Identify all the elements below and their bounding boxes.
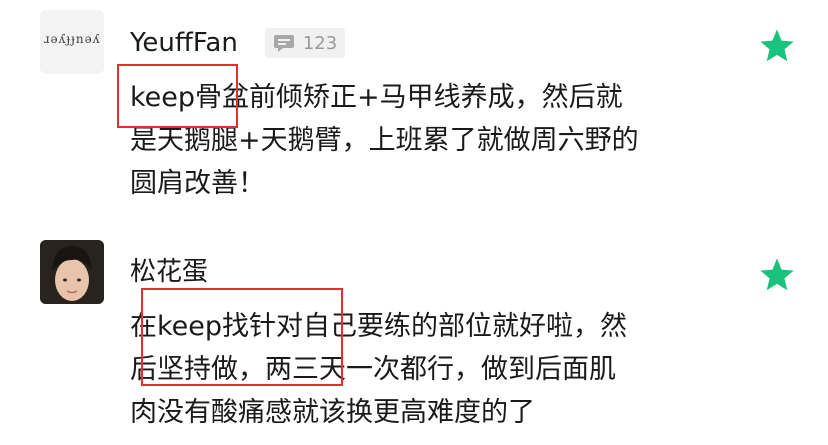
comment-line: 肉没有酸痛感就该换更高难度的了 xyxy=(130,397,535,428)
avatar-photo xyxy=(40,240,104,304)
comment-bubble-icon xyxy=(273,35,294,52)
avatar[interactable] xyxy=(40,240,104,304)
reply-count: 123 xyxy=(302,32,338,54)
highlight-box xyxy=(117,64,238,128)
star-icon[interactable] xyxy=(758,27,796,65)
avatar-handle-text: ɹǝʎɟɟnǝʎ xyxy=(43,32,101,46)
username[interactable]: 松花蛋 xyxy=(130,255,208,289)
avatar[interactable]: ɹǝʎɟɟnǝʎ xyxy=(40,10,104,74)
highlight-box xyxy=(141,288,343,386)
comment-line: 圆肩改善！ xyxy=(130,168,265,199)
username[interactable]: YeuffFan xyxy=(130,26,238,60)
reply-count-badge[interactable]: 123 xyxy=(265,28,345,58)
star-icon[interactable] xyxy=(758,256,796,294)
